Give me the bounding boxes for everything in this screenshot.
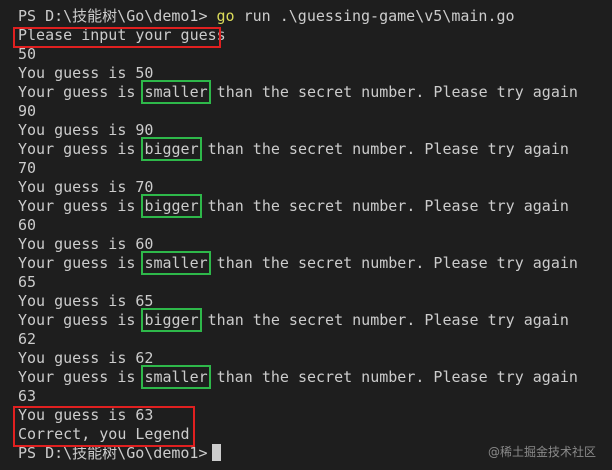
output-line: You guess is 62: [18, 349, 612, 368]
user-input-value: 70: [18, 159, 37, 177]
feedback-word: bigger: [141, 137, 202, 161]
feedback-prefix: Your guess is: [18, 368, 145, 386]
feedback-suffix: than the secret number. Please try again: [198, 140, 569, 158]
user-input-value: 63: [18, 387, 37, 405]
feedback-suffix: than the secret number. Please try again: [198, 197, 569, 215]
terminal-command-line: PS D:\技能树\Go\demo1> go run .\guessing-ga…: [18, 7, 612, 26]
user-input-line: 63: [18, 387, 612, 406]
user-input-value: 62: [18, 330, 37, 348]
user-input-value: 60: [18, 216, 37, 234]
guess-echo: You guess is 62: [18, 349, 154, 367]
guess-echo: You guess is 70: [18, 178, 154, 196]
cursor: [211, 444, 221, 461]
feedback-word: smaller: [141, 365, 211, 389]
feedback-line: Your guess is smaller than the secret nu…: [18, 365, 612, 389]
user-input-line: 70: [18, 159, 612, 178]
feedback-word: bigger: [141, 194, 202, 218]
highlight-box-final-result: [13, 406, 195, 447]
feedback-word: smaller: [141, 251, 211, 275]
feedback-line: Your guess is smaller than the secret nu…: [18, 80, 612, 104]
prompt: PS D:\技能树\Go\demo1>: [18, 7, 208, 25]
output-line: You guess is 70: [18, 178, 612, 197]
watermark: @稀土掘金技术社区: [487, 445, 596, 459]
guess-echo: You guess is 60: [18, 235, 154, 253]
terminal-window[interactable]: PS D:\技能树\Go\demo1> go run .\guessing-ga…: [0, 0, 612, 470]
guess-echo: You guess is 90: [18, 121, 154, 139]
feedback-prefix: Your guess is: [18, 140, 145, 158]
feedback-prefix: Your guess is: [18, 311, 145, 329]
feedback-word: smaller: [141, 80, 211, 104]
command-args: run .\guessing-game\v5\main.go: [243, 7, 515, 25]
feedback-suffix: than the secret number. Please try again: [207, 368, 578, 386]
feedback-suffix: than the secret number. Please try again: [207, 254, 578, 272]
feedback-line: Your guess is bigger than the secret num…: [18, 194, 612, 218]
user-input-line: 90: [18, 102, 612, 121]
user-input-value: 90: [18, 102, 37, 120]
feedback-line: Your guess is bigger than the secret num…: [18, 137, 612, 161]
user-input-line: 60: [18, 216, 612, 235]
feedback-line: Your guess is smaller than the secret nu…: [18, 251, 612, 275]
output-line: You guess is 90: [18, 121, 612, 140]
output-line: You guess is 50: [18, 64, 612, 83]
output-line: You guess is 65: [18, 292, 612, 311]
feedback-word: bigger: [141, 308, 202, 332]
command-name: go: [216, 7, 235, 25]
feedback-prefix: Your guess is: [18, 83, 145, 101]
feedback-prefix: Your guess is: [18, 197, 145, 215]
highlight-box-input-request: [13, 27, 221, 48]
feedback-suffix: than the secret number. Please try again: [198, 311, 569, 329]
user-input-line: 65: [18, 273, 612, 292]
feedback-prefix: Your guess is: [18, 254, 145, 272]
feedback-suffix: than the secret number. Please try again: [207, 83, 578, 101]
guess-echo: You guess is 65: [18, 292, 154, 310]
guess-echo: You guess is 50: [18, 64, 154, 82]
user-input-line: 62: [18, 330, 612, 349]
output-line: You guess is 60: [18, 235, 612, 254]
user-input-value: 65: [18, 273, 37, 291]
feedback-line: Your guess is bigger than the secret num…: [18, 308, 612, 332]
